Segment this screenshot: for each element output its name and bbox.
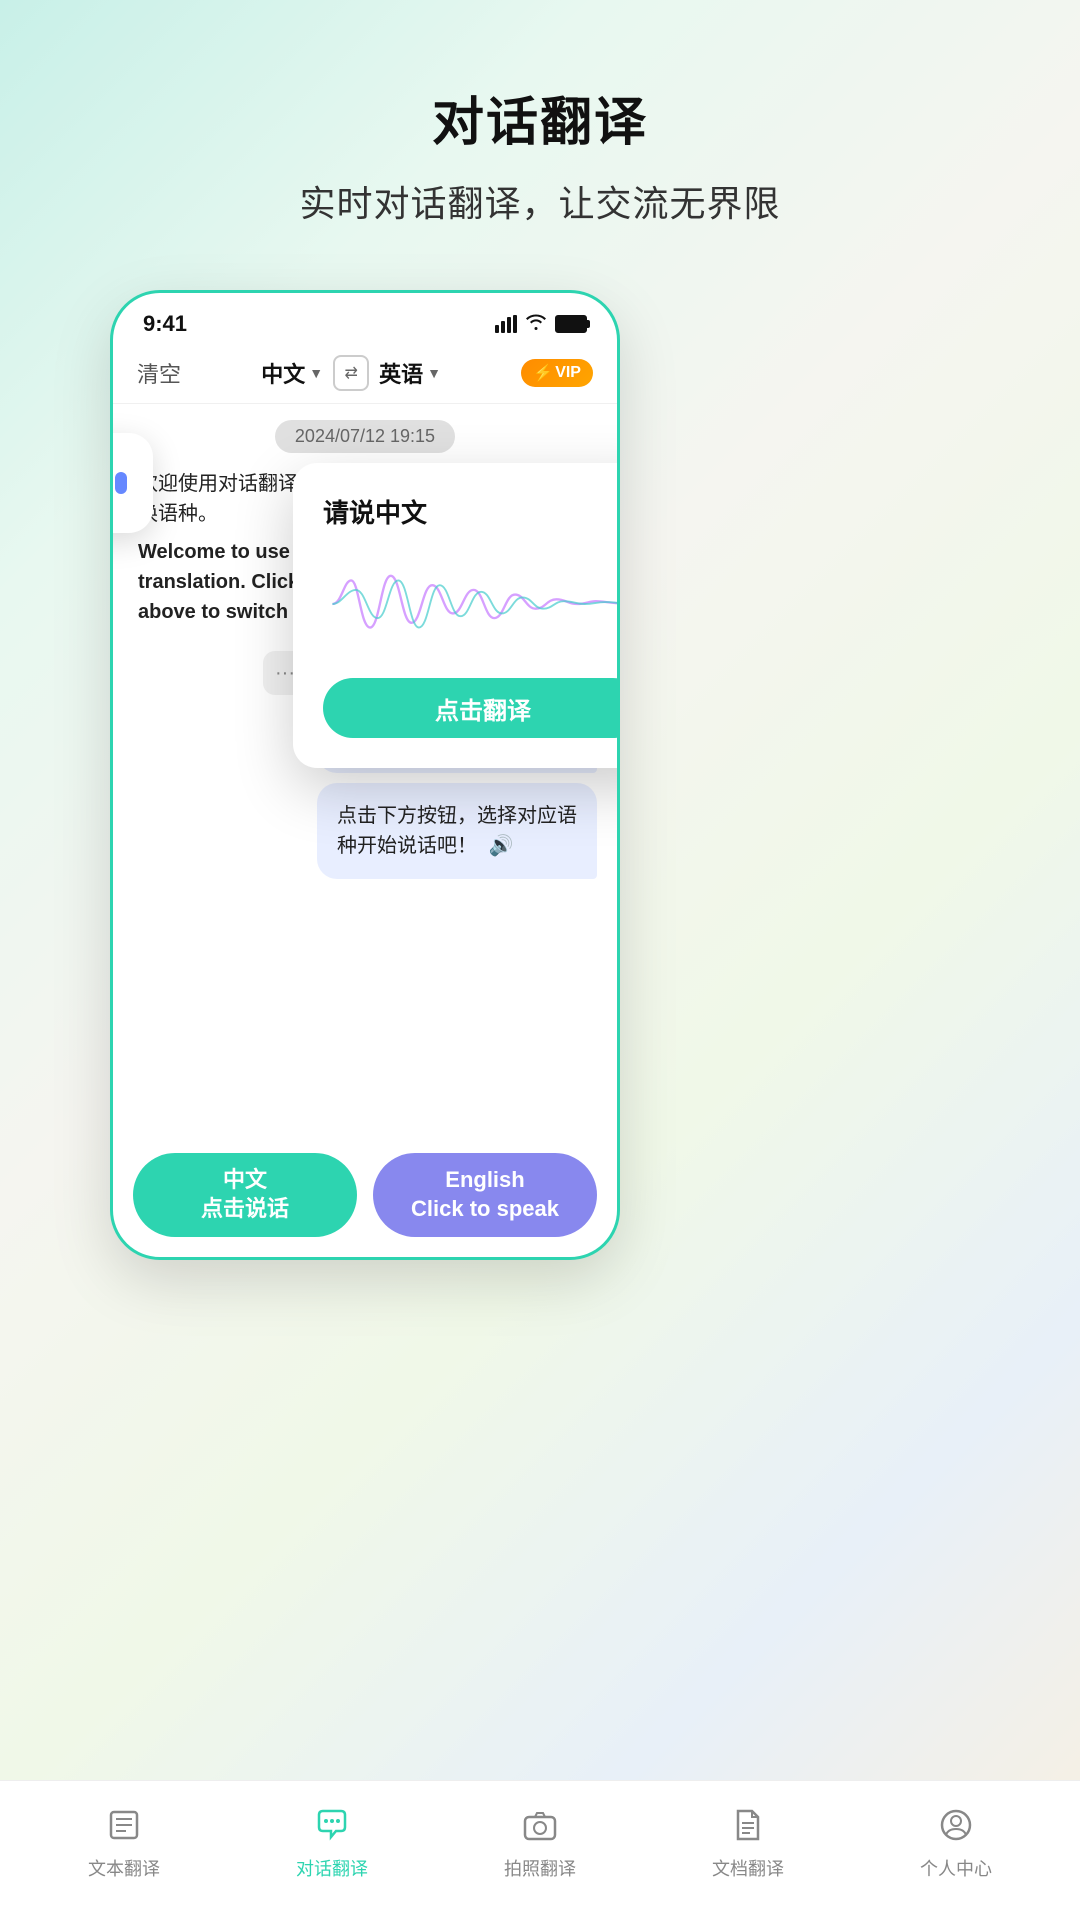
modal-title: 请说中文 — [323, 493, 427, 530]
status-time: 9:41 — [143, 311, 187, 337]
page-subtitle: 实时对话翻译，让交流无界限 — [0, 175, 1080, 227]
nav-label-camera: 拍照翻译 — [504, 1855, 576, 1881]
nav-item-text[interactable]: 文本翻译 — [20, 1801, 228, 1881]
waveform-container — [323, 554, 620, 654]
battery-icon — [555, 315, 587, 333]
english-speak-button[interactable]: English Click to speak — [373, 1153, 597, 1237]
phone-bottom-buttons: 中文 点击说话 English Click to speak — [133, 1153, 597, 1237]
nav-label-dialog: 对话翻译 — [296, 1855, 368, 1881]
language-bar: 清空 中文 ▼ ⇄ 英语 ▼ ⚡ VIP — [113, 347, 617, 404]
voice-indicator — [110, 433, 153, 533]
nav-label-profile: 个人中心 — [920, 1855, 992, 1881]
nav-label-document: 文档翻译 — [712, 1855, 784, 1881]
lang-right[interactable]: 英语 ▼ — [379, 357, 441, 389]
chat-bubble-text-zh-2: 点击下方按钮，选择对应语种开始说话吧！ — [337, 805, 577, 857]
nav-icon-dialog — [308, 1801, 356, 1849]
language-selector: 中文 ▼ ⇄ 英语 ▼ — [261, 355, 441, 391]
lang-left[interactable]: 中文 ▼ — [261, 357, 323, 389]
nav-label-text: 文本翻译 — [88, 1855, 160, 1881]
date-stamp: 2024/07/12 19:15 — [113, 420, 617, 453]
chevron-down-icon: ▼ — [309, 365, 323, 381]
signal-icon — [495, 315, 517, 333]
phone-mockup: 9:41 清空 中文 ▼ — [110, 290, 620, 1260]
nav-icon-camera — [516, 1801, 564, 1849]
bottom-navigation: 文本翻译 对话翻译 拍照翻译 文档翻译 个人中心 — [0, 1780, 1080, 1920]
status-bar: 9:41 — [113, 293, 617, 347]
vip-badge[interactable]: ⚡ VIP — [521, 359, 593, 387]
chinese-speak-button[interactable]: 中文 点击说话 — [133, 1153, 357, 1237]
waveform-svg — [323, 559, 620, 649]
nav-item-camera[interactable]: 拍照翻译 — [436, 1801, 644, 1881]
voice-dots — [110, 463, 127, 503]
nav-icon-text — [100, 1801, 148, 1849]
page-title: 对话翻译 — [0, 80, 1080, 155]
nav-item-document[interactable]: 文档翻译 — [644, 1801, 852, 1881]
sound-icon-2: 🔊 — [489, 835, 514, 857]
modal-header: 请说中文 × — [323, 493, 620, 530]
nav-item-dialog[interactable]: 对话翻译 — [228, 1801, 436, 1881]
translate-modal-button[interactable]: 点击翻译 — [323, 678, 620, 738]
status-icons — [495, 313, 587, 336]
nav-icon-profile — [932, 1801, 980, 1849]
chat-bubble-right-2: 点击下方按钮，选择对应语种开始说话吧！ 🔊 — [317, 783, 597, 879]
wifi-icon — [525, 313, 547, 336]
voice-dot-3 — [115, 472, 127, 494]
lightning-icon: ⚡ — [533, 363, 553, 383]
speak-modal: 请说中文 × 点击翻译 — [293, 463, 620, 768]
clear-button[interactable]: 清空 — [137, 357, 181, 389]
nav-item-profile[interactable]: 个人中心 — [852, 1801, 1060, 1881]
nav-icon-document — [724, 1801, 772, 1849]
swap-button[interactable]: ⇄ — [333, 355, 369, 391]
chevron-down-icon-2: ▼ — [427, 365, 441, 381]
